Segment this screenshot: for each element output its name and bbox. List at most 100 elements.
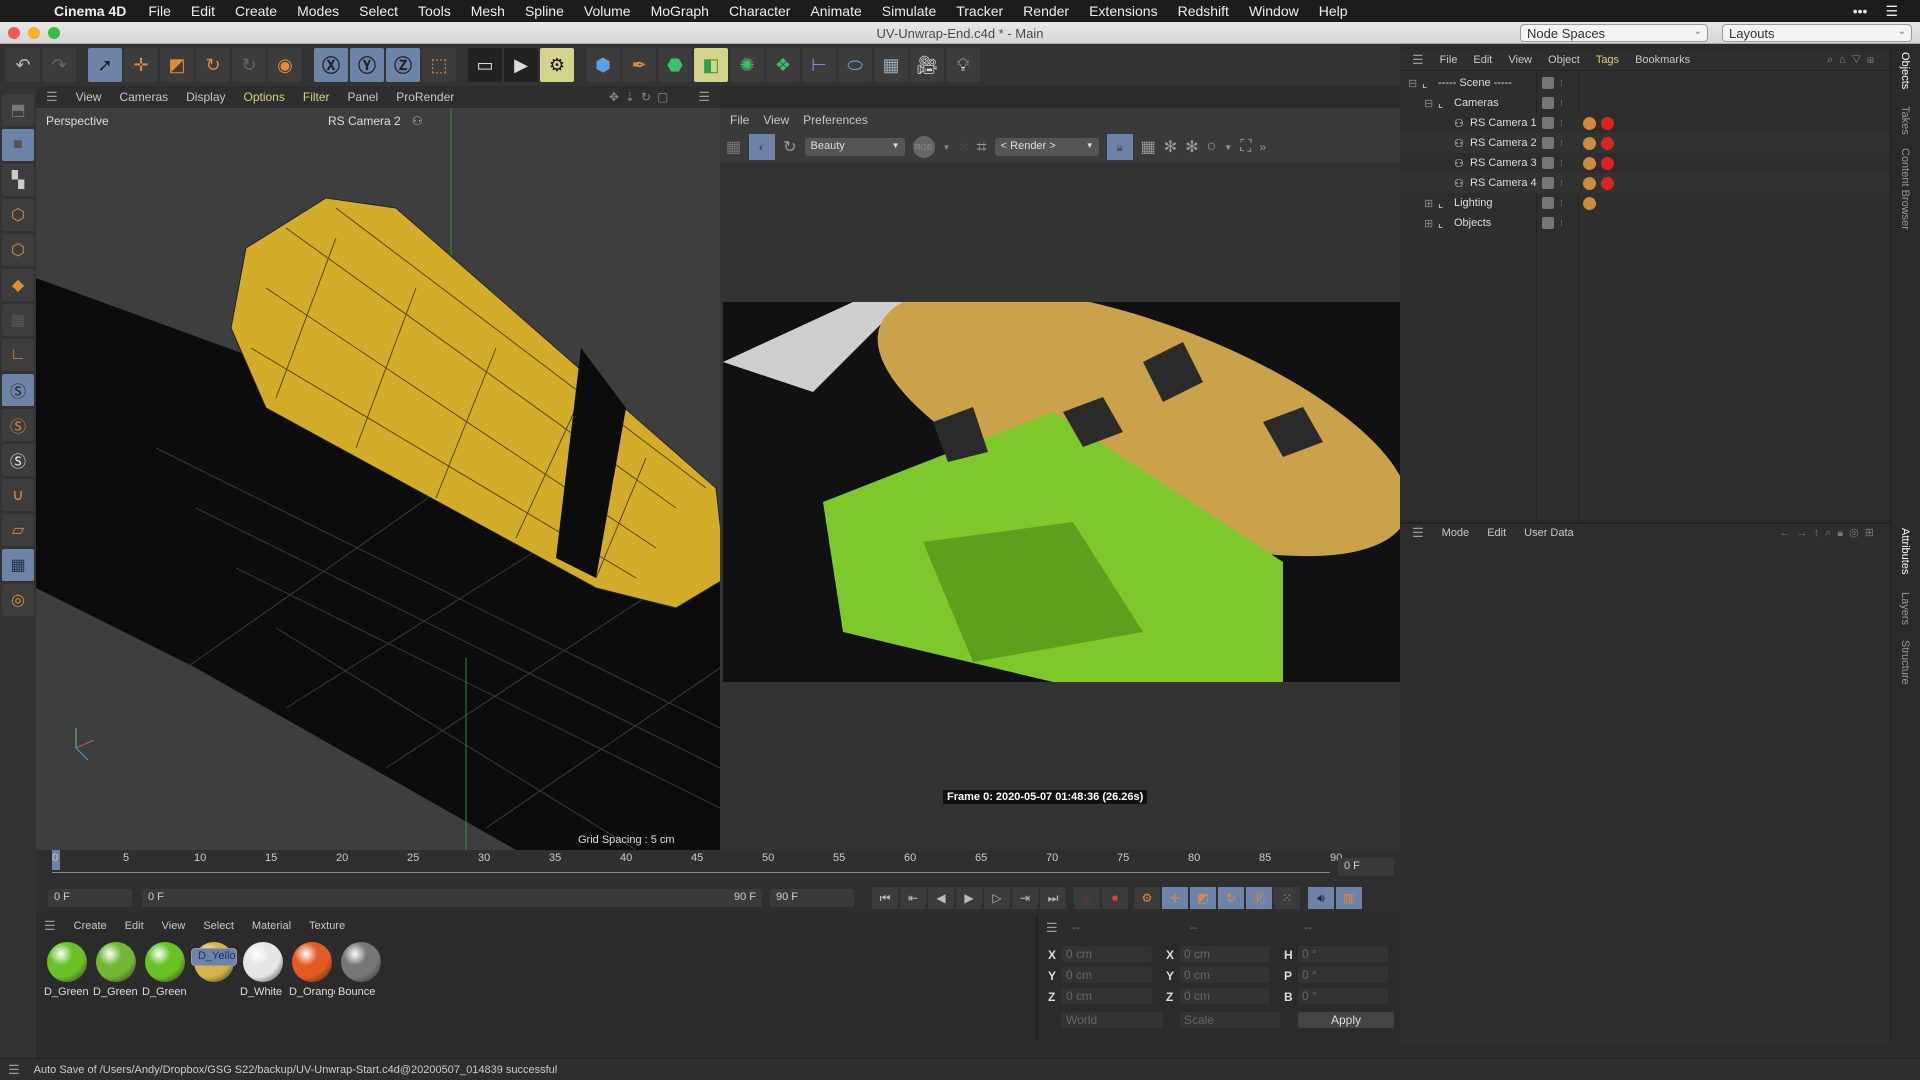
next-frame-icon[interactable]: ▷	[984, 887, 1010, 909]
redo-icon[interactable]: ↷	[42, 48, 76, 82]
chevron-down-icon[interactable]: ▼	[1224, 143, 1232, 152]
attributes-menu-edit[interactable]: Edit	[1487, 527, 1506, 539]
object-name[interactable]: RS Camera 3	[1470, 157, 1537, 169]
viewport-menu-display[interactable]: Display	[186, 90, 225, 104]
rotation-b-field[interactable]: 0 °	[1298, 988, 1388, 1004]
render-view-icon[interactable]: ▭	[468, 48, 502, 82]
tab-attributes[interactable]: Attributes	[1899, 528, 1911, 574]
camera-icon[interactable]: 🎥︎	[910, 48, 944, 82]
position-y-field[interactable]: 0 cm	[1062, 967, 1152, 983]
lock-icon[interactable]: 🔒︎	[1106, 134, 1133, 160]
size-z-field[interactable]: 0 cm	[1180, 988, 1270, 1004]
position-z-field[interactable]: 0 cm	[1062, 988, 1152, 1004]
move-icon[interactable]: ✛	[124, 48, 158, 82]
tab-structure[interactable]: Structure	[1899, 640, 1911, 685]
mat-menu-texture[interactable]: Texture	[309, 920, 345, 932]
protection-tag-icon[interactable]	[1583, 156, 1596, 170]
more-tools-icon[interactable]: »	[1259, 140, 1266, 154]
freeze-global-icon[interactable]: ✻	[1185, 137, 1198, 157]
key-scale-icon[interactable]: ◩	[1190, 887, 1216, 909]
clapper-icon[interactable]: ▦	[726, 137, 741, 157]
expand-toggle-icon[interactable]: ⊞	[1424, 217, 1433, 230]
viewport-camera[interactable]: RS Camera 2	[328, 114, 401, 128]
snap-3d-icon[interactable]: Ⓢ	[2, 444, 34, 476]
object-row[interactable]: ⊞ ⌞ Lighting ⁝	[1400, 193, 1890, 213]
render-menu-preferences[interactable]: Preferences	[803, 113, 868, 127]
layer-icon[interactable]	[1542, 217, 1554, 229]
om-menu-bookmarks[interactable]: Bookmarks	[1635, 54, 1690, 66]
redshift-camera-tag-icon[interactable]	[1601, 116, 1614, 130]
key-pla-icon[interactable]: ⁙	[1274, 887, 1300, 909]
menu-file[interactable]: File	[148, 3, 171, 19]
more-icon[interactable]: •••	[1853, 3, 1868, 20]
menu-extensions[interactable]: Extensions	[1089, 3, 1157, 19]
points-mode-icon[interactable]: ⬡	[2, 199, 34, 231]
om-search-filter-icons[interactable]: ⌕⌂▽⊞	[1827, 54, 1880, 67]
go-to-end-icon[interactable]: ⏭	[1040, 887, 1066, 909]
object-row[interactable]: ⊟ ⌞ Cameras ⁝	[1400, 93, 1890, 113]
model-mode-icon[interactable]: ■	[2, 129, 34, 161]
redshift-camera-tag-icon[interactable]	[1601, 136, 1614, 150]
hamburger-icon[interactable]: ☰	[1412, 52, 1424, 68]
object-row[interactable]: ⚇ RS Camera 1 ⁝	[1400, 113, 1890, 133]
object-name[interactable]: Objects	[1454, 217, 1491, 229]
layer-icon[interactable]	[1542, 137, 1554, 149]
om-menu-object[interactable]: Object	[1548, 54, 1580, 66]
layouts-dropdown[interactable]: Layouts ⌄	[1722, 24, 1912, 42]
layer-icon[interactable]	[1542, 157, 1554, 169]
menu-help[interactable]: Help	[1319, 3, 1348, 19]
key-parameter-icon[interactable]: Ⓟ	[1246, 887, 1272, 909]
protection-tag-icon[interactable]	[1583, 176, 1596, 190]
start-render-icon[interactable]: ◐	[749, 134, 776, 160]
workplane-icon[interactable]: ▱	[2, 514, 34, 546]
x-axis-icon[interactable]: Ⓧ	[314, 48, 348, 82]
redshift-camera-tag-icon[interactable]	[1601, 176, 1614, 190]
mat-menu-edit[interactable]: Edit	[125, 920, 144, 932]
lock-workplane-icon[interactable]: ▦	[2, 549, 34, 581]
layer-icon[interactable]	[1542, 97, 1554, 109]
workplane-mode-icon[interactable]: ◎	[2, 584, 34, 616]
rgb-channel-button[interactable]: RGB	[912, 136, 935, 158]
checker-icon[interactable]: ⁙	[958, 140, 968, 154]
preview-range-slider[interactable]: 0 F 90 F	[142, 889, 762, 907]
om-menu-view[interactable]: View	[1508, 54, 1532, 66]
render-menu-file[interactable]: File	[730, 113, 749, 127]
expand-toggle-icon[interactable]: ⊞	[1424, 197, 1433, 210]
attributes-nav-icons[interactable]: ←→↑⌕🔒︎◎⊞	[1780, 526, 1880, 540]
axis-mode-icon[interactable]: ∟	[2, 339, 34, 371]
material-swatch[interactable]: D_Green	[93, 942, 139, 998]
menu-edit[interactable]: Edit	[191, 3, 215, 19]
previous-keyframe-icon[interactable]: ⇤	[900, 887, 926, 909]
rotation-p-field[interactable]: 0 °	[1298, 967, 1388, 983]
focus-icon[interactable]: ⛶	[1240, 138, 1251, 156]
play-icon[interactable]: ▶	[956, 887, 982, 909]
magnet-icon[interactable]: ∪	[2, 479, 34, 511]
make-editable-icon[interactable]: ⬒	[2, 94, 34, 126]
size-x-field[interactable]: 0 cm	[1180, 946, 1270, 962]
deformer-icon[interactable]: ⊢	[802, 48, 836, 82]
subdivision-icon[interactable]: ⬣	[658, 48, 692, 82]
coordinate-system-icon[interactable]: ⬚	[422, 48, 456, 82]
floor-icon[interactable]: ▦	[874, 48, 908, 82]
record-active-icon[interactable]: ⊘	[1074, 887, 1100, 909]
coordinate-mode-dropdown[interactable]: Scale	[1180, 1012, 1280, 1028]
camera-icon[interactable]: ⚇	[412, 114, 423, 128]
keyframe-selection-icon[interactable]: ⚙	[1134, 887, 1160, 909]
hamburger-icon[interactable]: ☰	[698, 89, 710, 105]
menu-spline[interactable]: Spline	[525, 3, 564, 19]
previous-frame-icon[interactable]: ◀	[928, 887, 954, 909]
om-menu-tags[interactable]: Tags	[1596, 54, 1619, 66]
grid-icon[interactable]: ▦	[1141, 137, 1156, 157]
redshift-camera-tag-icon[interactable]	[1601, 156, 1614, 170]
menu-mesh[interactable]: Mesh	[471, 3, 505, 19]
menu-render[interactable]: Render	[1023, 3, 1069, 19]
viewport-menu-prorender[interactable]: ProRender	[396, 90, 454, 104]
object-name[interactable]: RS Camera 4	[1470, 177, 1537, 189]
z-axis-icon[interactable]: Ⓩ	[386, 48, 420, 82]
min-time-field[interactable]: 0 F	[48, 889, 132, 907]
mat-menu-create[interactable]: Create	[74, 920, 107, 932]
visibility-dots[interactable]: ⁝	[1560, 98, 1563, 109]
pen-icon[interactable]: ✒	[622, 48, 656, 82]
material-swatch[interactable]: D_White	[240, 942, 286, 998]
layer-icon[interactable]	[1542, 197, 1554, 209]
